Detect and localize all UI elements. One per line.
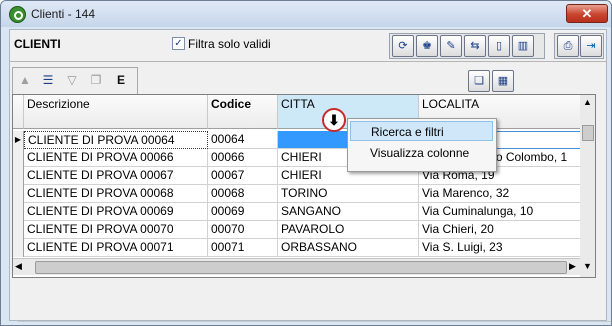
filter-icon[interactable]: ▽ — [62, 70, 82, 90]
grid-icon[interactable]: ▦ — [492, 70, 514, 92]
cell-codice[interactable]: 00066 — [208, 149, 278, 167]
cell-localita[interactable]: Via S. Luigi, 23 — [419, 239, 581, 257]
scroll-thumb-vertical[interactable] — [582, 125, 594, 141]
close-button[interactable]: ✕ — [566, 4, 608, 23]
table-row[interactable]: CLIENTE DI PROVA 00070 00070 PAVAROLO Vi… — [13, 221, 581, 239]
cell-codice[interactable]: 00071 — [208, 239, 278, 257]
column-menu-down-arrow-icon[interactable]: ⬇ — [322, 108, 346, 132]
swap-icon[interactable]: ⇆ — [464, 35, 486, 57]
cell-codice[interactable]: 00068 — [208, 185, 278, 203]
cell-localita[interactable]: Via Cuminalunga, 10 — [419, 203, 581, 221]
scroll-left-icon[interactable]: ◀ — [15, 261, 22, 272]
menu-item-ricerca-filtri[interactable]: Ricerca e filtri — [350, 121, 493, 141]
grid-toolbar: ▲ ☰ ▽ ❐ E — [12, 67, 138, 95]
cell-descrizione[interactable]: CLIENTE DI PROVA 00064 — [24, 131, 208, 149]
up-arrow-icon[interactable]: ▲ — [15, 70, 35, 90]
exit-door-icon[interactable]: ⇥ — [580, 35, 602, 57]
window-icon[interactable]: ❏ — [468, 70, 490, 92]
row-indicator — [13, 239, 24, 257]
edit-list-icon[interactable]: ☰ — [38, 70, 58, 90]
cell-citta[interactable]: SANGANO — [278, 203, 419, 221]
context-menu: Ricerca e filtri Visualizza colonne — [347, 118, 497, 172]
title-bar[interactable]: Clienti - 144 ✕ — [1, 1, 611, 27]
horizontal-scrollbar[interactable]: ◀ ▶ — [13, 258, 581, 275]
columns-icon[interactable]: ▥ — [512, 35, 534, 57]
column-header-indicator — [13, 95, 24, 129]
app-window: Clienti - 144 ✕ CLIENTI ✓ Filtra solo va… — [0, 0, 612, 326]
cell-citta[interactable]: ORBASSANO — [278, 239, 419, 257]
app-icon — [9, 6, 26, 23]
cell-codice[interactable]: 00069 — [208, 203, 278, 221]
vertical-scrollbar[interactable]: ▲ ▼ — [580, 94, 596, 278]
page-title: CLIENTI — [14, 37, 61, 51]
row-indicator — [13, 149, 24, 167]
window-title: Clienti - 144 — [31, 7, 96, 21]
column-header-descrizione[interactable]: Descrizione — [24, 95, 208, 129]
cell-citta[interactable]: TORINO — [278, 185, 419, 203]
header-separator — [10, 61, 606, 62]
table-row[interactable]: CLIENTE DI PROVA 00069 00069 SANGANO Via… — [13, 203, 581, 221]
status-separator — [18, 321, 611, 322]
table-row[interactable]: CLIENTE DI PROVA 00068 00068 TORINO Via … — [13, 185, 581, 203]
row-indicator — [13, 167, 24, 185]
cell-codice[interactable]: 00067 — [208, 167, 278, 185]
scroll-up-icon[interactable]: ▲ — [583, 97, 592, 107]
current-row-indicator: ▶ — [13, 131, 24, 149]
cell-descrizione[interactable]: CLIENTE DI PROVA 00071 — [24, 239, 208, 257]
cell-codice[interactable]: 00064 — [208, 131, 278, 149]
wrench-icon[interactable]: ✎ — [440, 35, 462, 57]
column-header-codice[interactable]: Codice — [208, 95, 278, 129]
cell-localita[interactable]: Via Chieri, 20 — [419, 221, 581, 239]
cell-descrizione[interactable]: CLIENTE DI PROVA 00068 — [24, 185, 208, 203]
cell-descrizione[interactable]: CLIENTE DI PROVA 00070 — [24, 221, 208, 239]
client-area: CLIENTI ✓ Filtra solo validi ⟳ ♚ ✎ ⇆ ▯ ▥… — [9, 29, 611, 322]
filter-checkbox-label: Filtra solo validi — [188, 37, 271, 51]
scroll-right-icon[interactable]: ▶ — [569, 261, 576, 272]
filter-checkbox[interactable]: ✓ — [172, 37, 185, 50]
cell-descrizione[interactable]: CLIENTE DI PROVA 00066 — [24, 149, 208, 167]
new-document-icon[interactable]: ▯ — [488, 35, 510, 57]
row-indicator — [13, 203, 24, 221]
cell-descrizione[interactable]: CLIENTE DI PROVA 00067 — [24, 167, 208, 185]
printer-icon[interactable]: ⎙ — [557, 35, 579, 57]
cell-codice[interactable]: 00070 — [208, 221, 278, 239]
row-indicator — [13, 221, 24, 239]
user-print-icon[interactable]: ♚ — [416, 35, 438, 57]
scroll-down-icon[interactable]: ▼ — [583, 261, 592, 271]
cell-descrizione[interactable]: CLIENTE DI PROVA 00069 — [24, 203, 208, 221]
scroll-thumb[interactable] — [35, 261, 567, 274]
menu-item-visualizza-colonne[interactable]: Visualizza colonne — [350, 143, 493, 163]
cell-localita[interactable]: Via Marenco, 32 — [419, 185, 581, 203]
export-excel-icon[interactable]: E — [111, 70, 131, 90]
row-indicator — [13, 185, 24, 203]
table-row[interactable]: CLIENTE DI PROVA 00071 00071 ORBASSANO V… — [13, 239, 581, 257]
copy-icon[interactable]: ❐ — [86, 70, 106, 90]
cell-citta[interactable]: PAVAROLO — [278, 221, 419, 239]
refresh-icon[interactable]: ⟳ — [392, 35, 414, 57]
